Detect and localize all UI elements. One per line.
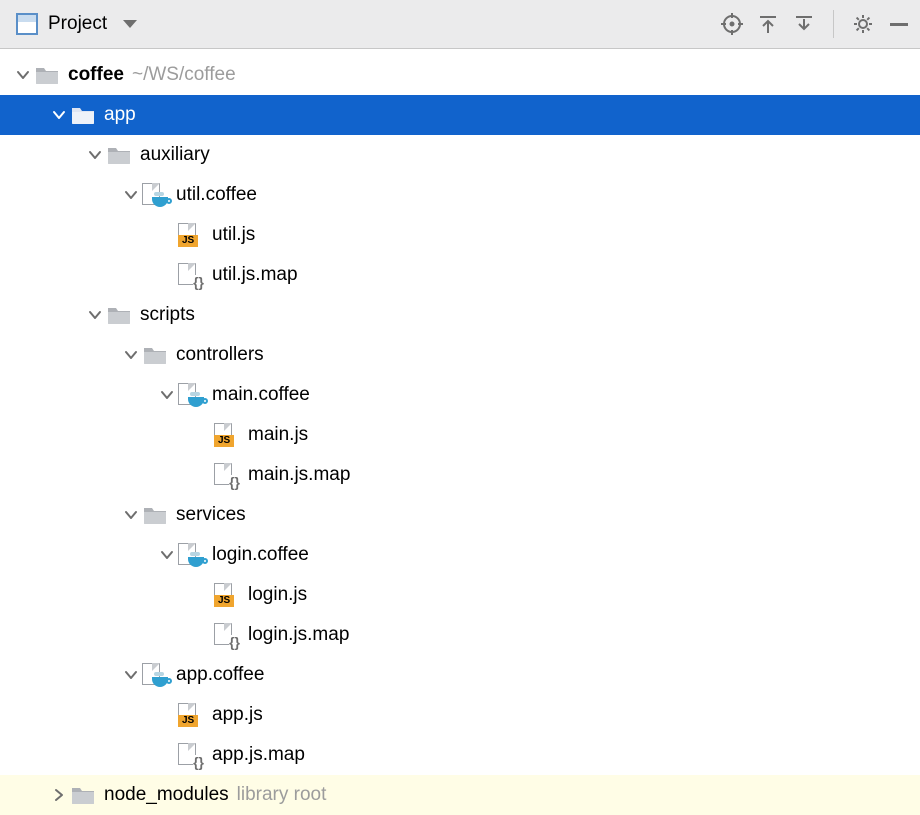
project-view-selector[interactable]: Project — [48, 13, 107, 35]
tree-node[interactable]: app.coffee — [0, 655, 920, 695]
folder-icon — [142, 342, 168, 368]
tree-arrow-down-icon[interactable] — [120, 348, 142, 362]
tree-node-label: util.coffee — [176, 184, 257, 206]
tree-node-label: app.js — [212, 704, 263, 726]
tree-node-label: main.coffee — [212, 384, 310, 406]
tree-node-label: node_modules — [104, 784, 229, 806]
tree-node-label: app.coffee — [176, 664, 264, 686]
tree-arrow-down-icon[interactable] — [156, 388, 178, 402]
project-tree[interactable]: coffee ~/WS/coffee appauxiliary util.coffee… — [0, 49, 920, 815]
json-map-file-icon: {} — [178, 263, 204, 287]
tree-node[interactable]: app — [0, 95, 920, 135]
coffee-file-icon — [178, 383, 204, 407]
tree-node-label: controllers — [176, 344, 264, 366]
project-tool-window-header: Project — [0, 0, 920, 49]
tree-node-label: app.js.map — [212, 744, 305, 766]
tree-node-label: main.js — [248, 424, 308, 446]
tree-node[interactable]: auxiliary — [0, 135, 920, 175]
coffee-file-icon — [142, 663, 168, 687]
header-left: Project — [16, 13, 721, 35]
header-separator — [833, 10, 834, 38]
tree-arrow-down-icon[interactable] — [12, 68, 34, 82]
tree-node[interactable]: {} util.js.map — [0, 255, 920, 295]
json-map-file-icon: {} — [214, 623, 240, 647]
locate-icon[interactable] — [721, 13, 743, 35]
tree-node-label: login.coffee — [212, 544, 309, 566]
folder-icon — [106, 142, 132, 168]
json-map-file-icon: {} — [178, 743, 204, 767]
tree-node[interactable]: JS login.js — [0, 575, 920, 615]
folder-icon — [142, 502, 168, 528]
tree-node-label: app — [104, 104, 136, 126]
tree-node[interactable]: node_modules library root — [0, 775, 920, 815]
tree-arrow-down-icon[interactable] — [156, 548, 178, 562]
js-file-icon: JS — [214, 583, 240, 607]
tree-arrow-down-icon[interactable] — [120, 668, 142, 682]
tree-node-suffix: library root — [237, 784, 327, 806]
folder-icon — [70, 782, 96, 808]
tree-node-label: login.js — [248, 584, 307, 606]
tree-node[interactable]: util.coffee — [0, 175, 920, 215]
tree-node[interactable]: scripts — [0, 295, 920, 335]
tree-node-label: login.js.map — [248, 624, 349, 646]
tree-node-label: util.js.map — [212, 264, 298, 286]
js-file-icon: JS — [178, 223, 204, 247]
coffee-file-icon — [178, 543, 204, 567]
tree-node-label: scripts — [140, 304, 195, 326]
tree-node[interactable]: JS app.js — [0, 695, 920, 735]
tree-node[interactable]: {} app.js.map — [0, 735, 920, 775]
chevron-down-icon[interactable] — [123, 20, 137, 28]
tree-node[interactable]: controllers — [0, 335, 920, 375]
gear-icon[interactable] — [852, 13, 874, 35]
expand-all-icon[interactable] — [757, 13, 779, 35]
collapse-all-icon[interactable] — [793, 13, 815, 35]
tree-node[interactable]: coffee ~/WS/coffee — [0, 55, 920, 95]
tree-node-label: services — [176, 504, 246, 526]
tree-arrow-down-icon[interactable] — [48, 108, 70, 122]
tree-node[interactable]: {} login.js.map — [0, 615, 920, 655]
folder-icon — [70, 102, 96, 128]
header-right — [721, 10, 910, 38]
tree-node[interactable]: services — [0, 495, 920, 535]
hide-icon[interactable] — [888, 13, 910, 35]
tree-node-label: coffee — [68, 64, 124, 86]
tree-node-label: main.js.map — [248, 464, 350, 486]
tree-arrow-down-icon[interactable] — [84, 308, 106, 322]
folder-icon — [34, 62, 60, 88]
js-file-icon: JS — [214, 423, 240, 447]
tree-node[interactable]: JS main.js — [0, 415, 920, 455]
folder-icon — [106, 302, 132, 328]
tree-node[interactable]: JS util.js — [0, 215, 920, 255]
tree-arrow-down-icon[interactable] — [84, 148, 106, 162]
tree-node[interactable]: {} main.js.map — [0, 455, 920, 495]
tree-arrow-down-icon[interactable] — [120, 188, 142, 202]
json-map-file-icon: {} — [214, 463, 240, 487]
tree-node-label: util.js — [212, 224, 255, 246]
tree-arrow-right-icon[interactable] — [48, 788, 70, 802]
coffee-file-icon — [142, 183, 168, 207]
tree-node[interactable]: main.coffee — [0, 375, 920, 415]
tree-node-label: auxiliary — [140, 144, 210, 166]
tree-arrow-down-icon[interactable] — [120, 508, 142, 522]
tree-node-path: ~/WS/coffee — [132, 64, 236, 86]
js-file-icon: JS — [178, 703, 204, 727]
tree-node[interactable]: login.coffee — [0, 535, 920, 575]
project-pane-icon — [16, 13, 38, 35]
